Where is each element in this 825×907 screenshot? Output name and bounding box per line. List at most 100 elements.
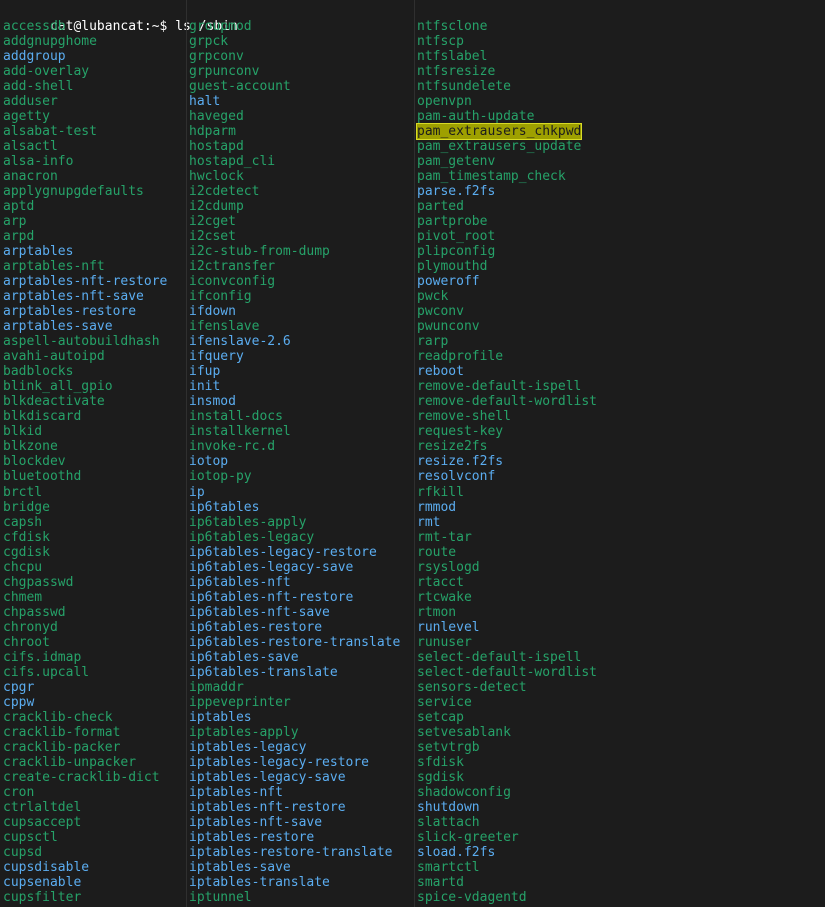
ls-entry-symlink[interactable]: insmod <box>189 394 236 409</box>
ls-entry-executable[interactable]: plymouthd <box>417 259 487 274</box>
ls-entry-symlink[interactable]: ip6tables-nft <box>189 575 291 590</box>
ls-entry-symlink[interactable]: init <box>189 379 220 394</box>
ls-entry-symlink[interactable]: arptables-save <box>3 319 113 334</box>
ls-entry-executable[interactable]: setcap <box>417 710 464 725</box>
ls-entry-executable[interactable]: applygnupgdefaults <box>3 184 144 199</box>
ls-entry-symlink[interactable]: reboot <box>417 364 464 379</box>
ls-entry-executable[interactable]: guest-account <box>189 79 291 94</box>
ls-entry-executable[interactable]: grpconv <box>189 49 244 64</box>
ls-entry-executable[interactable]: arp <box>3 214 26 229</box>
ls-entry-symlink[interactable]: iptables-legacy-restore <box>189 755 369 770</box>
ls-entry-executable[interactable]: readprofile <box>417 349 503 364</box>
search-match-highlight[interactable]: pam_extrausers_chkpwd <box>417 124 582 140</box>
ls-entry-executable[interactable]: pam_getenv <box>417 154 495 169</box>
ls-entry-executable[interactable]: request-key <box>417 424 503 439</box>
ls-entry-executable[interactable]: accessdb <box>3 19 66 34</box>
ls-entry-executable[interactable]: chgpasswd <box>3 575 73 590</box>
ls-entry-executable[interactable]: remove-shell <box>417 409 511 424</box>
ls-entry-executable[interactable]: chpasswd <box>3 605 66 620</box>
ls-entry-executable[interactable]: pam_timestamp_check <box>417 169 566 184</box>
ls-entry-symlink[interactable]: halt <box>189 94 220 109</box>
ls-entry-executable[interactable]: pivot_root <box>417 229 495 244</box>
ls-entry-executable[interactable]: sensors-detect <box>417 680 527 695</box>
ls-entry-executable[interactable]: ifconfig <box>189 289 252 304</box>
ls-entry-executable[interactable]: openvpn <box>417 94 472 109</box>
ls-entry-executable[interactable]: ctrlaltdel <box>3 800 81 815</box>
ls-entry-executable[interactable]: chroot <box>3 635 50 650</box>
ls-entry-executable[interactable]: adduser <box>3 94 58 109</box>
ls-entry-executable[interactable]: rarp <box>417 334 448 349</box>
ls-entry-executable[interactable]: i2cdump <box>189 199 244 214</box>
ls-entry-symlink[interactable]: ip6tables-legacy-restore <box>189 545 377 560</box>
ls-entry-symlink[interactable]: addgroup <box>3 49 66 64</box>
ls-entry-executable[interactable]: cracklib-unpacker <box>3 755 136 770</box>
ls-entry-executable[interactable]: haveged <box>189 109 244 124</box>
ls-entry-symlink[interactable]: cpgr <box>3 680 34 695</box>
ls-entry-executable[interactable]: i2cset <box>189 229 236 244</box>
ls-entry-executable[interactable]: remove-default-ispell <box>417 379 581 394</box>
ls-entry-symlink[interactable]: cupsenable <box>3 875 81 890</box>
ls-entry-executable[interactable]: cifs.upcall <box>3 665 89 680</box>
ls-entry-executable[interactable]: invoke-rc.d <box>189 439 275 454</box>
ls-entry-symlink[interactable]: iptables-nft-restore <box>189 800 346 815</box>
ls-entry-executable[interactable]: ipmaddr <box>189 680 244 695</box>
ls-entry-symlink[interactable]: ifquery <box>189 349 244 364</box>
ls-entry-executable[interactable]: setvesablank <box>417 725 511 740</box>
ls-entry-executable[interactable]: rtmon <box>417 605 456 620</box>
ls-entry-symlink[interactable]: iotop <box>189 454 228 469</box>
ls-entry-executable[interactable]: cupsaccept <box>3 815 81 830</box>
ls-entry-symlink[interactable]: sload.f2fs <box>417 845 495 860</box>
ls-entry-symlink[interactable]: iptables-restore-translate <box>189 845 393 860</box>
ls-entry-symlink[interactable]: iptables-legacy <box>189 740 306 755</box>
ls-entry-symlink[interactable]: runlevel <box>417 620 480 635</box>
ls-entry-symlink[interactable]: ip6tables-nft-save <box>189 605 330 620</box>
ls-entry-symlink[interactable]: iptables-legacy-save <box>189 770 346 785</box>
ls-entry-executable[interactable]: smartd <box>417 875 464 890</box>
ls-entry-symlink[interactable]: ip6tables-translate <box>189 665 338 680</box>
ls-entry-symlink[interactable]: iptables-save <box>189 860 291 875</box>
ls-entry-executable[interactable]: installkernel <box>189 424 291 439</box>
ls-entry-symlink[interactable]: iptables-restore <box>189 830 314 845</box>
ls-entry-executable[interactable]: blockdev <box>3 454 66 469</box>
ls-entry-executable[interactable]: iptables-apply <box>189 725 299 740</box>
ls-entry-executable[interactable]: alsabat-test <box>3 124 97 139</box>
ls-entry-symlink[interactable]: ip6tables-legacy-save <box>189 560 353 575</box>
ls-entry-executable[interactable]: resize2fs <box>417 439 487 454</box>
ls-entry-executable[interactable]: ntfslabel <box>417 49 487 64</box>
ls-entry-symlink[interactable]: cupsdisable <box>3 860 89 875</box>
ls-entry-executable[interactable]: capsh <box>3 515 42 530</box>
ls-entry-executable[interactable]: slick-greeter <box>417 830 519 845</box>
ls-entry-symlink[interactable]: ip6tables <box>189 500 259 515</box>
ls-entry-executable[interactable]: iptunnel <box>189 890 252 905</box>
ls-entry-executable[interactable]: i2c-stub-from-dump <box>189 244 330 259</box>
ls-entry-executable[interactable]: cupsfilter <box>3 890 81 905</box>
ls-entry-executable[interactable]: bluetoothd <box>3 469 81 484</box>
ls-entry-executable[interactable]: sgdisk <box>417 770 464 785</box>
ls-entry-executable[interactable]: blkzone <box>3 439 58 454</box>
ls-entry-executable[interactable]: bridge <box>3 500 50 515</box>
ls-entry-executable[interactable]: arpd <box>3 229 34 244</box>
ls-entry-executable[interactable]: remove-default-wordlist <box>417 394 597 409</box>
ls-entry-executable[interactable]: hostapd <box>189 139 244 154</box>
ls-entry-symlink[interactable]: ip6tables-save <box>189 650 299 665</box>
ls-entry-executable[interactable]: iconvconfig <box>189 274 275 289</box>
ls-entry-executable[interactable]: cracklib-format <box>3 725 120 740</box>
ls-entry-executable[interactable]: rtacct <box>417 575 464 590</box>
ls-entry-symlink[interactable]: ifenslave-2.6 <box>189 334 291 349</box>
ls-entry-executable[interactable]: ippeveprinter <box>189 695 291 710</box>
ls-entry-executable[interactable]: brctl <box>3 485 42 500</box>
ls-entry-executable[interactable]: smartctl <box>417 860 480 875</box>
ls-entry-executable[interactable]: alsactl <box>3 139 58 154</box>
ls-entry-executable[interactable]: alsa-info <box>3 154 73 169</box>
ls-entry-symlink[interactable]: rmt <box>417 515 440 530</box>
ls-entry-executable[interactable]: ip6tables-legacy <box>189 530 314 545</box>
ls-entry-symlink[interactable]: poweroff <box>417 274 480 289</box>
ls-entry-executable[interactable]: pwunconv <box>417 319 480 334</box>
ls-entry-executable[interactable]: hdparm <box>189 124 236 139</box>
ls-entry-symlink[interactable]: ip <box>189 485 205 500</box>
ls-entry-symlink[interactable]: cppw <box>3 695 34 710</box>
ls-entry-executable[interactable]: pwconv <box>417 304 464 319</box>
ls-entry-executable[interactable]: cracklib-check <box>3 710 113 725</box>
ls-entry-executable[interactable]: ip6tables-apply <box>189 515 306 530</box>
ls-entry-symlink[interactable]: shutdown <box>417 800 480 815</box>
